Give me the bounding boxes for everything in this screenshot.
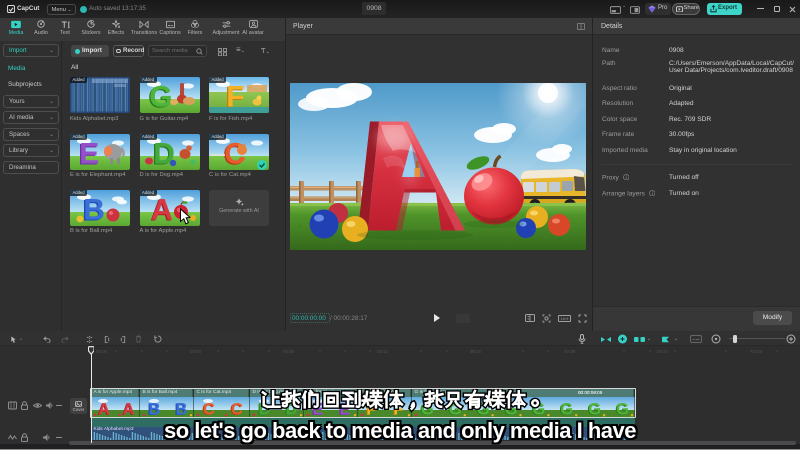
svg-text:A: A — [123, 401, 135, 418]
svg-text:B: B — [149, 401, 161, 418]
svg-text:G: G — [588, 401, 601, 418]
svg-text:G: G — [149, 80, 172, 113]
svg-text:A: A — [151, 193, 173, 226]
svg-text:C: C — [231, 401, 243, 418]
svg-text:E: E — [79, 137, 99, 170]
svg-text:G: G — [560, 401, 573, 418]
svg-text:B: B — [176, 401, 188, 418]
svg-text:C: C — [203, 401, 215, 418]
svg-text:G: G — [616, 401, 629, 418]
svg-text:B: B — [83, 193, 105, 226]
svg-text:A: A — [98, 401, 110, 418]
